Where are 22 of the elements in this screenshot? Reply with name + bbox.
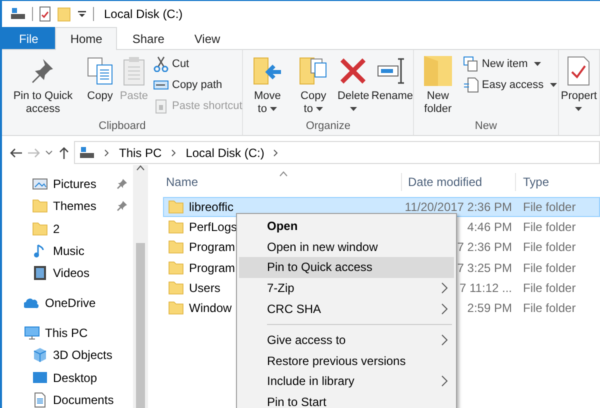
type-cell-text: File folder: [522, 260, 576, 277]
file-name: libreoffic: [189, 199, 234, 216]
date-cell-text: 4:46 PM: [466, 219, 513, 236]
date-cell-text: 7 11:12 ...: [458, 280, 513, 297]
type-cell-text: File folder: [522, 219, 576, 236]
date-cell-text: 11/20/2017 2:36 PM: [404, 199, 513, 216]
file-name: Program: [189, 260, 236, 277]
group-label: New: [474, 119, 498, 134]
type-cell-text: File folder: [522, 280, 576, 297]
file-name: Program: [189, 239, 236, 256]
file-name: Window: [189, 300, 232, 318]
type-cell-text: File folder: [522, 300, 576, 318]
date-cell-text: 2:59 PM: [466, 300, 513, 318]
window-title: Local Disk (C:): [104, 6, 183, 23]
file-name: PerfLogs: [189, 219, 238, 236]
type-cell-text: File folder: [522, 199, 576, 216]
date-cell-text: 7 2:36 PM: [456, 239, 513, 256]
group-label: Clipboard: [98, 119, 147, 134]
group-label: Organize: [304, 119, 352, 134]
file-name: Users: [189, 280, 220, 297]
type-cell-text: File folder: [522, 239, 576, 256]
date-cell-text: 7 3:25 PM: [456, 260, 513, 277]
